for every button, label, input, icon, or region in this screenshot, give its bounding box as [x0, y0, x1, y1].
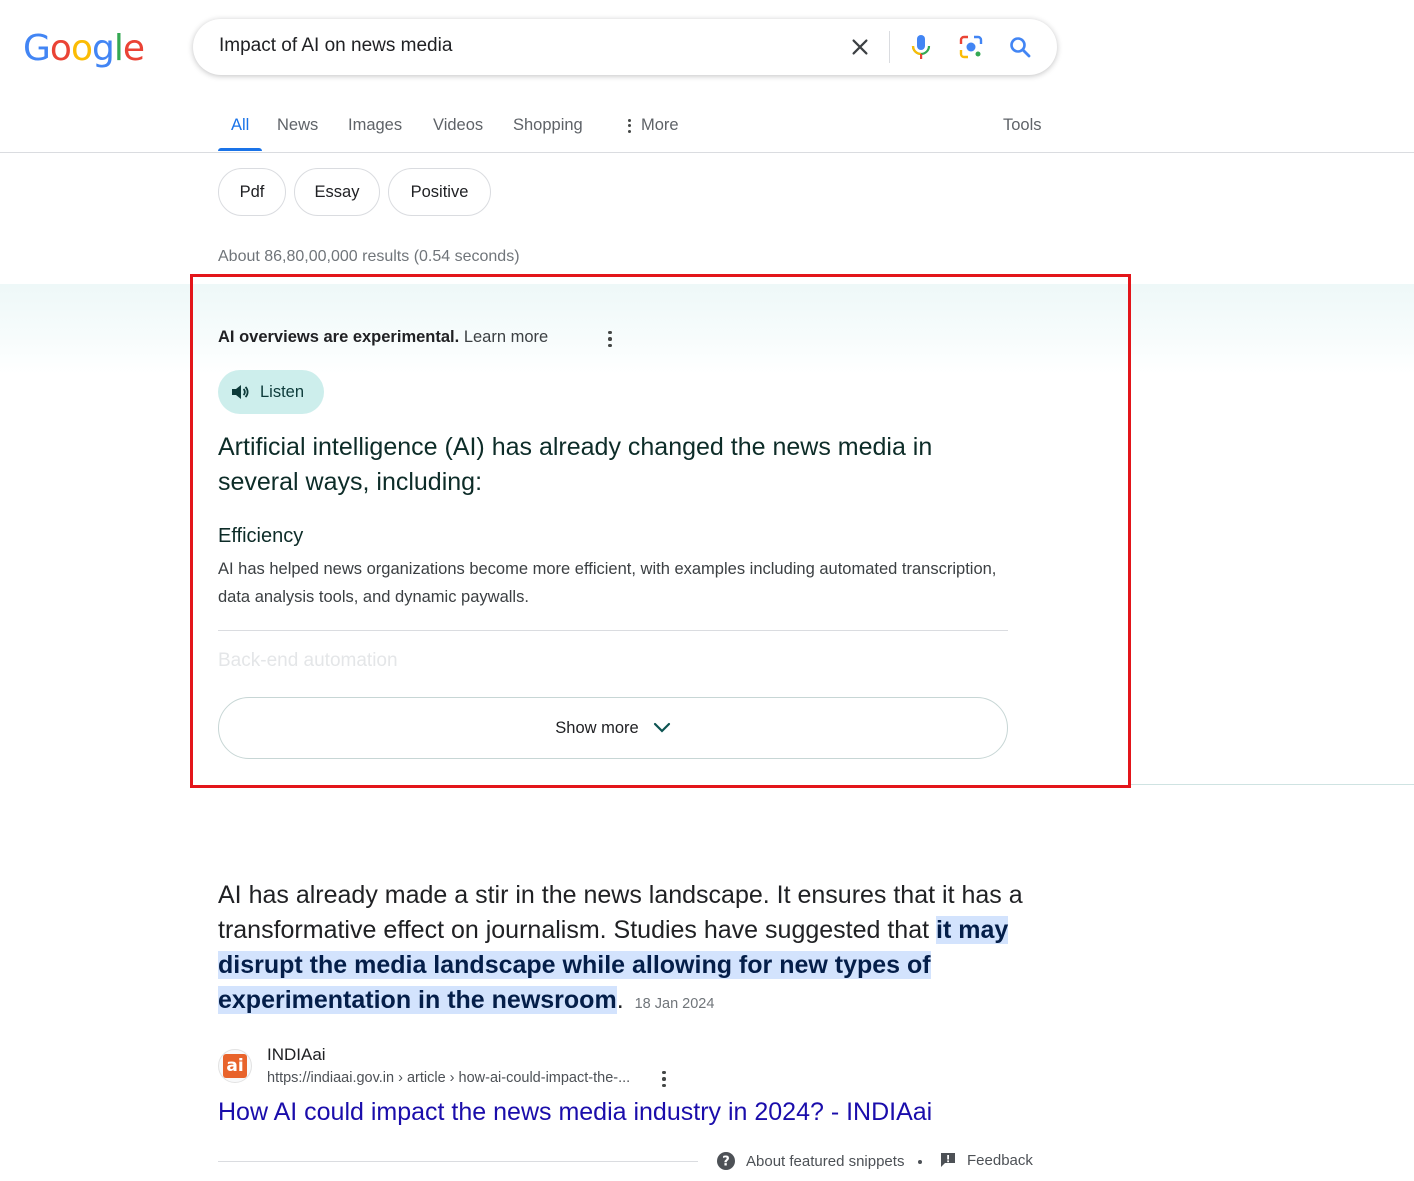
tab-more-label: More: [641, 116, 679, 134]
site-favicon-mark: ai: [223, 1054, 247, 1078]
feedback-label: Feedback: [967, 1151, 1033, 1169]
footer-separator-dot: [918, 1160, 922, 1164]
about-featured-snippets-label: About featured snippets: [746, 1152, 905, 1170]
logo-letter-g: G: [23, 28, 51, 69]
snippet-text-after: .: [616, 986, 624, 1014]
about-featured-snippets-link[interactable]: ? About featured snippets: [716, 1151, 904, 1171]
logo-letter-e: e: [122, 28, 145, 69]
annotation-highlight-box: [190, 274, 1131, 788]
help-icon: ?: [717, 1152, 735, 1170]
search-box[interactable]: Impact of AI on news media: [193, 19, 1057, 75]
clear-icon[interactable]: [846, 33, 874, 61]
lens-icon[interactable]: [957, 33, 985, 61]
tab-more[interactable]: More: [624, 116, 679, 135]
logo-letter-o1: o: [49, 28, 72, 69]
logo-letter-o2: o: [70, 28, 93, 69]
ai-overview-bottom-rule: [1130, 784, 1414, 785]
svg-text:?: ?: [722, 1155, 730, 1170]
tab-videos[interactable]: Videos: [433, 116, 483, 135]
tab-images[interactable]: Images: [348, 116, 402, 135]
snippet-text-before: AI has already made a stir in the news l…: [218, 881, 1023, 944]
tab-news[interactable]: News: [277, 116, 318, 135]
google-logo[interactable]: Google: [23, 28, 145, 69]
tab-shopping[interactable]: Shopping: [513, 116, 583, 135]
search-tabs: All News Images Videos Shopping More Too…: [218, 108, 1048, 152]
tab-all[interactable]: All: [231, 116, 249, 135]
logo-letter-l: l: [113, 28, 124, 69]
more-dots-icon: [624, 117, 634, 135]
featured-snippet-text: AI has already made a stir in the news l…: [218, 878, 1038, 1022]
snippet-footer-divider: [218, 1161, 698, 1162]
site-name[interactable]: INDIAai: [267, 1045, 326, 1065]
search-input[interactable]: Impact of AI on news media: [219, 35, 452, 57]
result-title-link[interactable]: How AI could impact the news media indus…: [218, 1098, 932, 1127]
logo-letter-g2: g: [91, 28, 115, 69]
site-favicon[interactable]: ai: [218, 1049, 252, 1083]
chip-pdf[interactable]: Pdf: [218, 168, 286, 216]
snippet-date: 18 Jan 2024: [634, 996, 715, 1012]
site-url[interactable]: https://indiaai.gov.in › article › how-a…: [267, 1070, 630, 1086]
tools-button[interactable]: Tools: [1003, 116, 1042, 135]
result-menu-icon[interactable]: [654, 1068, 674, 1090]
search-icon[interactable]: [1006, 33, 1034, 61]
feedback-link[interactable]: Feedback: [939, 1151, 1033, 1169]
tab-active-indicator: [218, 148, 262, 151]
feedback-icon: [941, 1153, 955, 1167]
search-divider: [889, 31, 890, 63]
tabs-divider: [0, 152, 1414, 153]
chip-essay[interactable]: Essay: [294, 168, 380, 216]
chip-positive[interactable]: Positive: [388, 168, 491, 216]
microphone-icon[interactable]: [907, 33, 935, 61]
result-stats: About 86,80,00,000 results (0.54 seconds…: [218, 248, 520, 265]
